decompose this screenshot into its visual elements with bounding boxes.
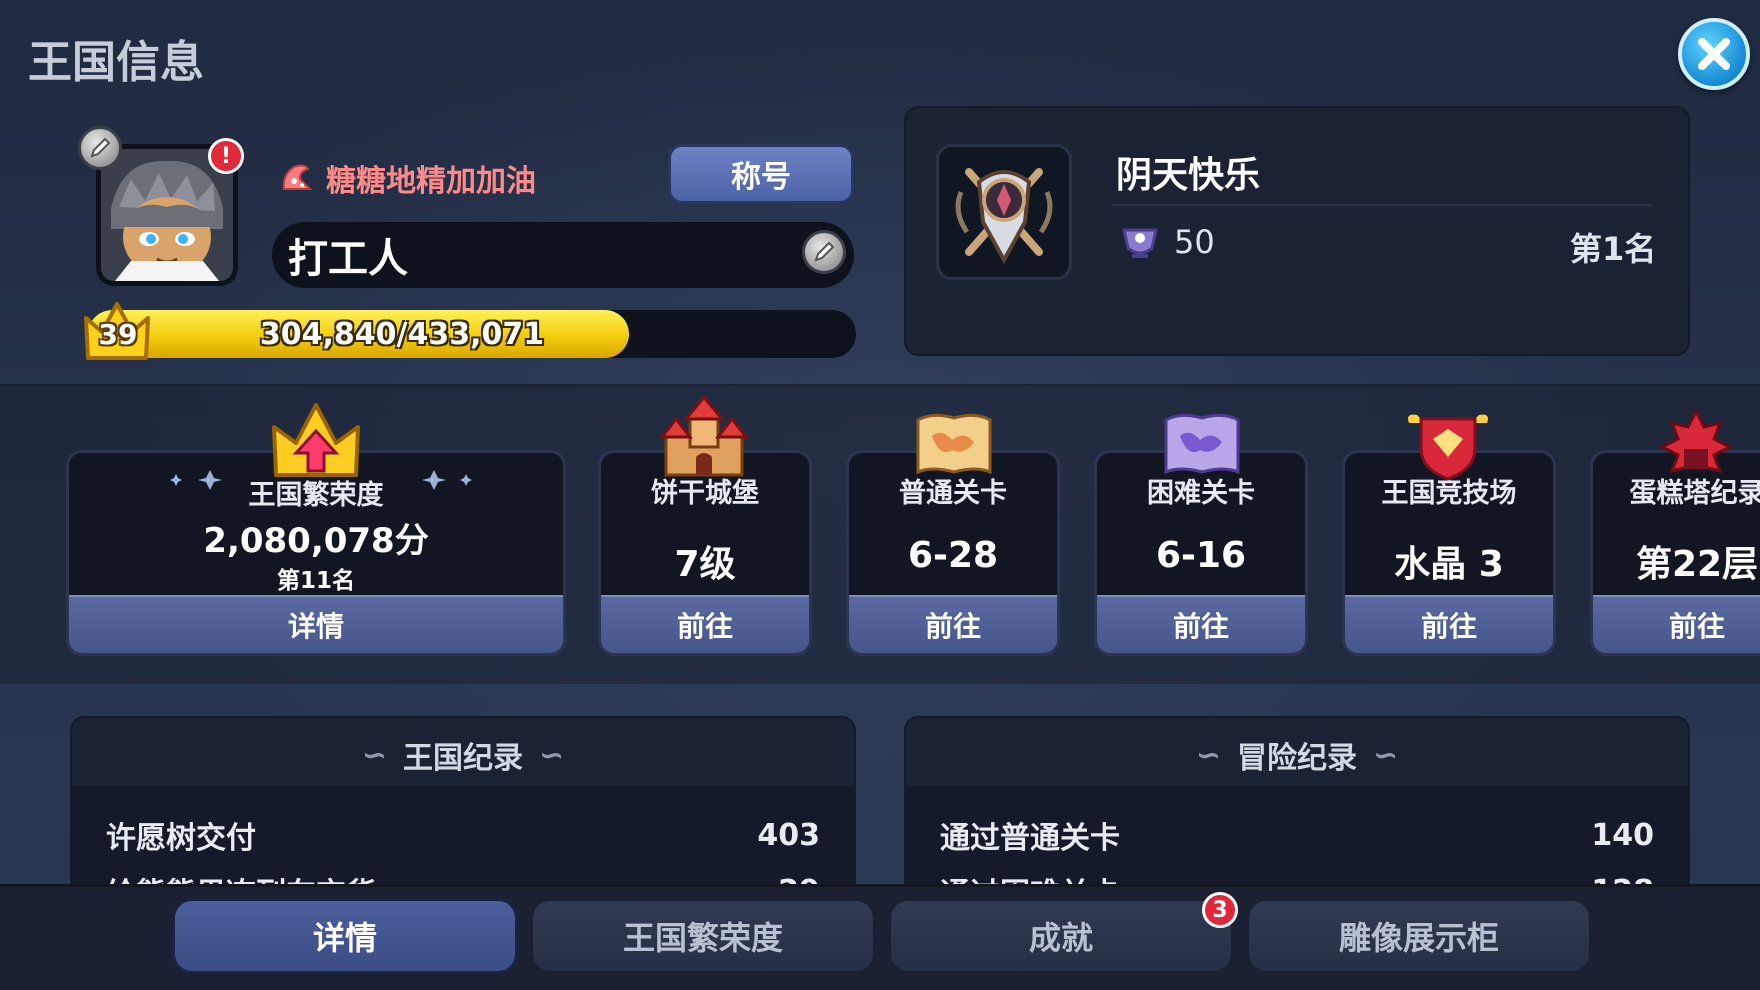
guild-divider <box>1112 204 1652 206</box>
alert-badge: ! <box>208 138 244 174</box>
kingdom-record-title: 王国纪录 <box>403 741 523 776</box>
card-value: 6-16 <box>1155 535 1247 576</box>
card-value: 7级 <box>674 544 736 585</box>
adventure-record-header: ∽ 冒险纪录 ∽ <box>906 732 1688 778</box>
swirl-right-icon: ∽ <box>1373 737 1399 773</box>
name-field: 打工人 <box>272 222 854 288</box>
crown-arrow-icon <box>268 396 364 486</box>
tab-achievements[interactable]: 成就 <box>888 898 1234 974</box>
level-number: 39 <box>98 318 138 351</box>
guild-name: 阴天快乐 <box>1116 155 1261 196</box>
player-name: 打工人 <box>288 236 408 282</box>
record-label: 许愿树交付 <box>106 821 256 856</box>
achievements-count-badge: 3 <box>1202 892 1238 928</box>
guild-crest-icon <box>955 168 1053 265</box>
list-item: 许愿树交付 403 <box>106 810 820 860</box>
guild-score-value: 50 <box>1174 223 1215 261</box>
castle-go-button[interactable]: 前往 <box>601 595 809 653</box>
close-icon <box>1698 38 1730 70</box>
guild-score: 50 <box>1118 222 1215 262</box>
sparkle-icon <box>170 470 222 490</box>
name-edit-button[interactable] <box>802 230 846 274</box>
title-tag-text: 糖糖地精加加油 <box>326 164 536 199</box>
swirl-left-icon: ∽ <box>361 737 387 773</box>
map-icon <box>906 400 1002 490</box>
card-value: 2,080,078分 <box>203 521 429 561</box>
card-sub: 第11名 <box>276 568 355 594</box>
card-value: 6-28 <box>907 535 999 576</box>
guild-rank: 第1名 <box>1570 230 1657 268</box>
prosperity-details-button[interactable]: 详情 <box>69 595 563 653</box>
guild-trophy-icon <box>1122 228 1158 258</box>
normal-stage-go-button[interactable]: 前往 <box>849 595 1057 653</box>
list-item: 通过普通关卡 140 <box>940 810 1654 860</box>
page-title: 王国信息 <box>28 37 204 88</box>
tab-details[interactable]: 详情 <box>172 898 518 974</box>
tab-statue-showcase[interactable]: 雕像展示柜 <box>1246 898 1592 974</box>
kingdom-record-header: ∽ 王国纪录 ∽ <box>72 732 854 778</box>
pencil-icon <box>814 241 835 262</box>
sparkle-icon <box>422 470 472 490</box>
arena-go-button[interactable]: 前往 <box>1345 595 1553 653</box>
cake-tower-icon <box>1648 400 1744 490</box>
gnome-hat-icon <box>282 164 313 190</box>
hard-map-icon <box>1154 400 1250 490</box>
record-label: 通过普通关卡 <box>940 821 1120 856</box>
adventure-record-title: 冒险纪录 <box>1237 741 1357 776</box>
hard-stage-go-button[interactable]: 前往 <box>1097 595 1305 653</box>
avatar-edit-button[interactable] <box>78 126 122 170</box>
card-value: 第22层 <box>1635 544 1759 585</box>
xp-text: 304,840/433,071 <box>259 316 545 352</box>
castle-icon <box>656 392 752 482</box>
record-value: 403 <box>757 817 820 853</box>
title-button[interactable]: 称号 <box>668 144 854 204</box>
swirl-left-icon: ∽ <box>1195 737 1221 773</box>
xp-bar: 304,840/433,071 <box>88 310 856 358</box>
pencil-icon <box>90 137 111 158</box>
cake-tower-go-button[interactable]: 前往 <box>1593 595 1760 653</box>
tab-prosperity[interactable]: 王国繁荣度 <box>530 898 876 974</box>
guild-emblem[interactable] <box>936 144 1072 280</box>
arena-shield-icon <box>1400 400 1496 490</box>
card-value: 水晶 3 <box>1394 544 1504 585</box>
swirl-right-icon: ∽ <box>539 737 565 773</box>
record-value: 140 <box>1591 817 1654 853</box>
title-tag: 糖糖地精加加油 <box>278 156 536 200</box>
close-button[interactable] <box>1678 18 1750 90</box>
